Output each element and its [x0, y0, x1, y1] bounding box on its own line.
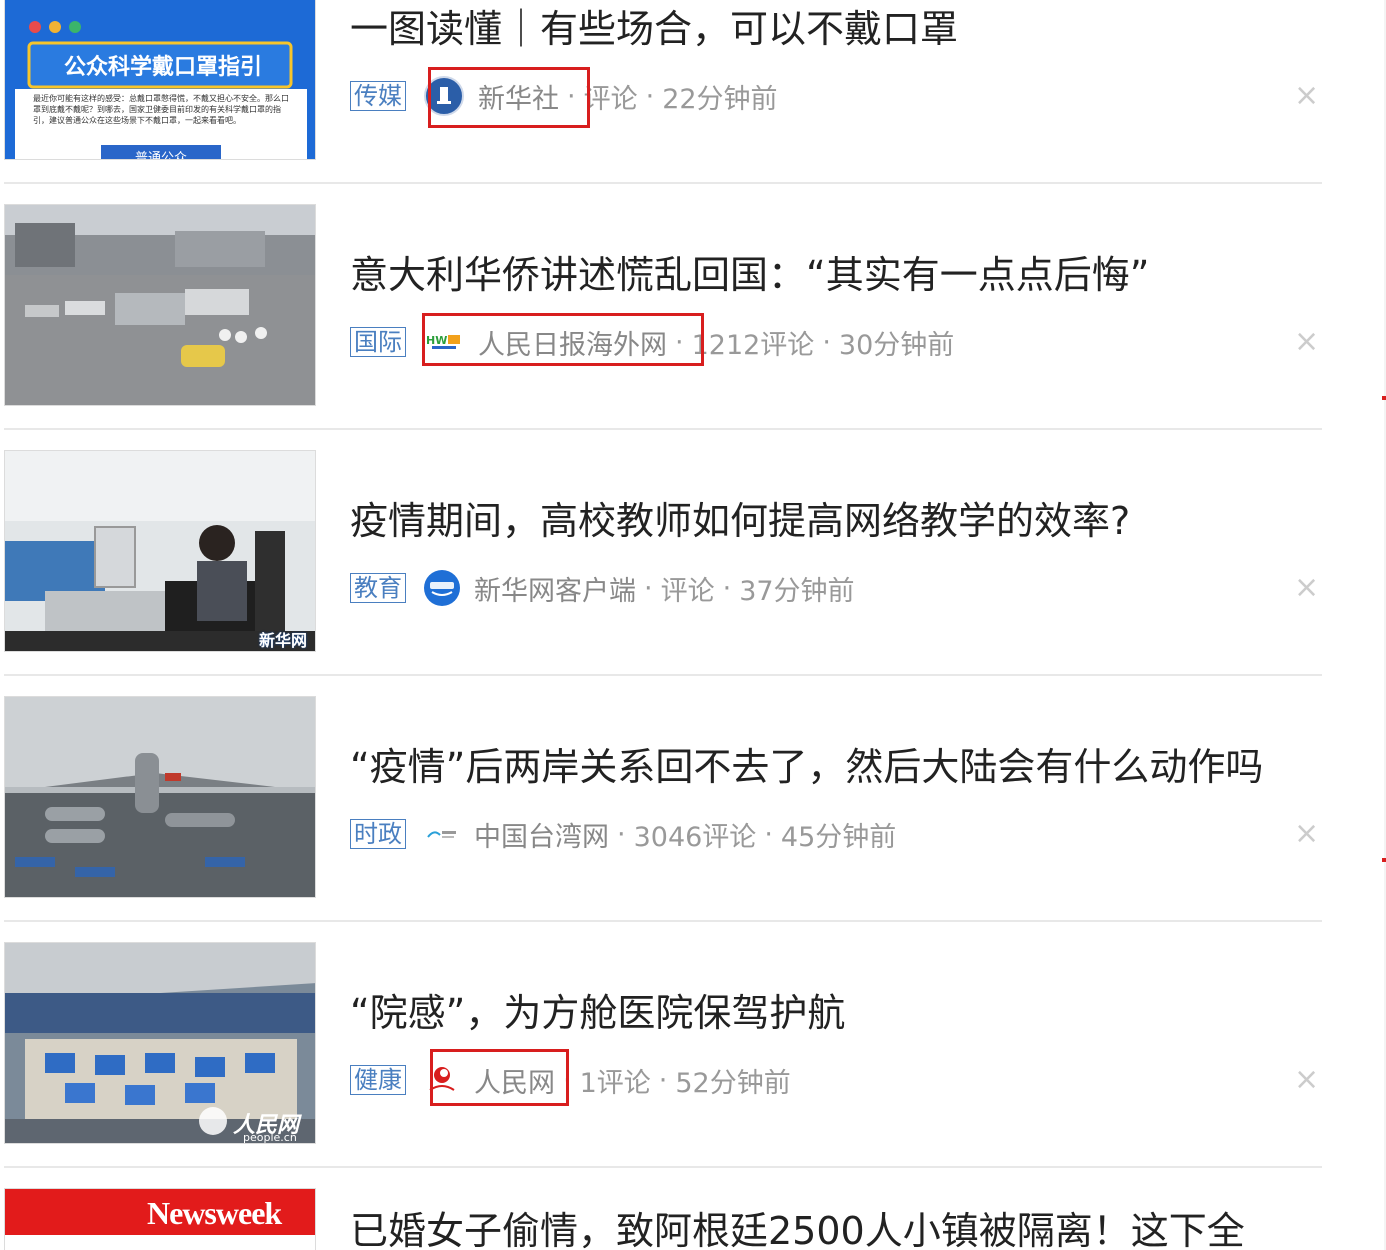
- meta-row: 国际 HW 人民日报海外网 · 1212评论 · 30分钟前: [350, 323, 955, 362]
- airport-photo: [5, 205, 315, 405]
- headline[interactable]: 一图读懂｜有些场合，可以不戴口罩: [350, 6, 958, 52]
- source-name[interactable]: 人民日报海外网: [478, 323, 667, 362]
- timestamp: 30分钟前: [838, 329, 955, 361]
- news-item[interactable]: Newsweek 已婚女子偷情，致阿根廷2500人小镇被隔离！这下全: [0, 1168, 1322, 1250]
- news-thumbnail[interactable]: 新华网: [4, 450, 316, 652]
- meta-row: 健康 人民网 · 1评论 · 52分钟前: [350, 1061, 791, 1100]
- news-item[interactable]: 人民网 people.cn “院感”，为方舱医院保驾护航 健康 人民网 · 1评…: [0, 922, 1322, 1168]
- meta-row: 传媒 新华社 · 评论 · 22分钟前: [350, 76, 778, 116]
- separator: ·: [567, 80, 576, 112]
- news-thumbnail[interactable]: 人民网 people.cn: [4, 942, 316, 1144]
- taiwan-net-logo-icon: [424, 816, 460, 852]
- xinhua-logo-icon: [424, 76, 464, 116]
- svg-text:HW: HW: [426, 334, 447, 347]
- comment-count[interactable]: 评论: [584, 77, 638, 116]
- headline[interactable]: “疫情”后两岸关系回不去了，然后大陆会有什么动作吗: [350, 744, 1263, 790]
- separator: ·: [645, 80, 655, 112]
- close-icon[interactable]: ×: [1294, 327, 1319, 357]
- category-tag[interactable]: 教育: [350, 573, 406, 603]
- separator: ·: [675, 326, 684, 358]
- news-thumbnail[interactable]: [4, 696, 316, 898]
- category-tag[interactable]: 健康: [350, 1065, 406, 1095]
- teacher-photo: [5, 451, 315, 651]
- meta-row: 教育 新华网客户端 · 评论 · 37分钟前: [350, 569, 855, 608]
- xinhuanet-logo-icon: [424, 570, 460, 606]
- comment-count[interactable]: 1212评论: [692, 323, 815, 362]
- category-tag[interactable]: 时政: [350, 819, 406, 849]
- headline[interactable]: 疫情期间，高校教师如何提高网络教学的效率?: [350, 498, 1130, 544]
- timestamp: 45分钟前: [780, 821, 897, 853]
- people-logo-icon: [424, 1062, 460, 1098]
- separator: ·: [764, 818, 773, 850]
- headline[interactable]: 已婚女子偷情，致阿根廷2500人小镇被隔离！这下全: [350, 1208, 1245, 1250]
- timestamp: 37分钟前: [739, 575, 855, 607]
- close-icon[interactable]: ×: [1294, 573, 1319, 603]
- separator: ·: [617, 818, 626, 850]
- thumbnail-body: 最近你可能有这样的感受：总戴口罩憋得慌，不戴又担心不安全。那么口罩到底戴不戴呢？…: [33, 94, 289, 125]
- news-thumbnail[interactable]: [4, 204, 316, 406]
- headline[interactable]: “院感”，为方舱医院保驾护航: [350, 990, 845, 1036]
- separator: ·: [822, 326, 831, 358]
- thumbnail-brand: Newsweek: [147, 1195, 282, 1231]
- separator: ·: [658, 1064, 668, 1096]
- category-tag[interactable]: 国际: [350, 327, 406, 357]
- news-feed: 公众科学戴口罩指引 最近你可能有这样的感受：总戴口罩憋得慌，不戴又担心不安全。那…: [0, 0, 1386, 1250]
- headline[interactable]: 意大利华侨讲述慌乱回国：“其实有一点点后悔”: [350, 252, 1149, 298]
- news-item[interactable]: “疫情”后两岸关系回不去了，然后大陆会有什么动作吗 时政 中国台湾网 · 304…: [0, 676, 1322, 922]
- thumbnail-watermark-sub: people.cn: [243, 1131, 297, 1144]
- news-item[interactable]: 公众科学戴口罩指引 最近你可能有这样的感受：总戴口罩憋得慌，不戴又担心不安全。那…: [0, 0, 1322, 184]
- edge-marker: [1382, 858, 1386, 862]
- separator: ·: [563, 1064, 572, 1096]
- close-icon[interactable]: ×: [1294, 819, 1319, 849]
- thumbnail-button: 普通公众: [134, 151, 187, 160]
- thumbnail-watermark: 新华网: [259, 631, 308, 650]
- category-tag[interactable]: 传媒: [350, 81, 406, 111]
- source-name[interactable]: 新华网客户端: [474, 569, 636, 608]
- source-name[interactable]: 中国台湾网: [474, 815, 609, 854]
- comment-count[interactable]: 1评论: [580, 1061, 651, 1100]
- thumbnail-title: 公众科学戴口罩指引: [63, 55, 262, 80]
- source-name[interactable]: 人民网: [474, 1061, 555, 1100]
- news-item[interactable]: 新华网 疫情期间，高校教师如何提高网络教学的效率? 教育 新华网客户端 · 评论…: [0, 430, 1322, 676]
- haiwai-logo-icon: HW: [424, 324, 464, 360]
- source-name[interactable]: 新华社: [478, 77, 559, 116]
- news-item[interactable]: 意大利华侨讲述慌乱回国：“其实有一点点后悔” 国际 HW 人民日报海外网 · 1…: [0, 184, 1322, 430]
- news-thumbnail[interactable]: Newsweek: [4, 1188, 316, 1250]
- close-icon[interactable]: ×: [1294, 81, 1319, 111]
- timestamp: 52分钟前: [675, 1067, 791, 1099]
- aircraft-photo: [5, 697, 315, 897]
- separator: ·: [644, 572, 653, 604]
- comment-count[interactable]: 3046评论: [634, 815, 757, 854]
- timestamp: 22分钟前: [662, 83, 778, 115]
- close-icon[interactable]: ×: [1294, 1065, 1319, 1095]
- separator: ·: [722, 572, 732, 604]
- edge-marker: [1382, 396, 1386, 400]
- comment-count[interactable]: 评论: [661, 569, 715, 608]
- news-thumbnail[interactable]: 公众科学戴口罩指引 最近你可能有这样的感受：总戴口罩憋得慌，不戴又担心不安全。那…: [4, 0, 316, 160]
- meta-row: 时政 中国台湾网 · 3046评论 · 45分钟前: [350, 815, 897, 854]
